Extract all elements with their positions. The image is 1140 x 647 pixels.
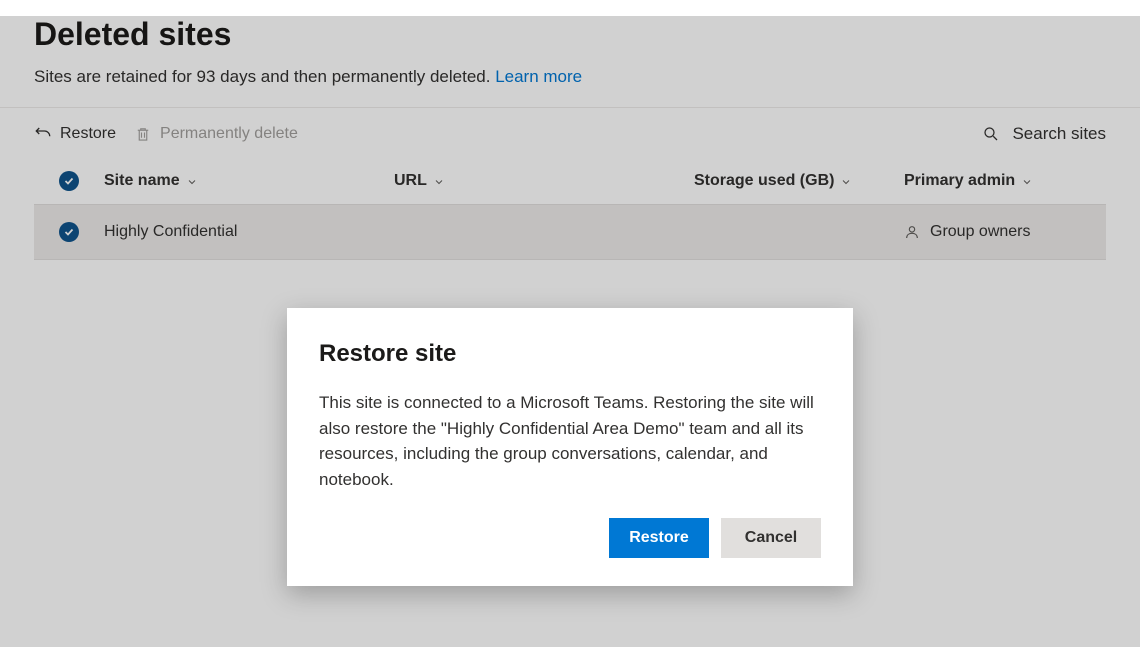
dialog-title: Restore site	[319, 340, 821, 368]
modal-overlay: Restore site This site is connected to a…	[0, 16, 1140, 647]
dialog-body: This site is connected to a Microsoft Te…	[319, 390, 821, 492]
dialog-restore-button[interactable]: Restore	[609, 518, 709, 558]
restore-dialog: Restore site This site is connected to a…	[287, 308, 853, 586]
dialog-cancel-button[interactable]: Cancel	[721, 518, 821, 558]
dialog-actions: Restore Cancel	[319, 518, 821, 558]
